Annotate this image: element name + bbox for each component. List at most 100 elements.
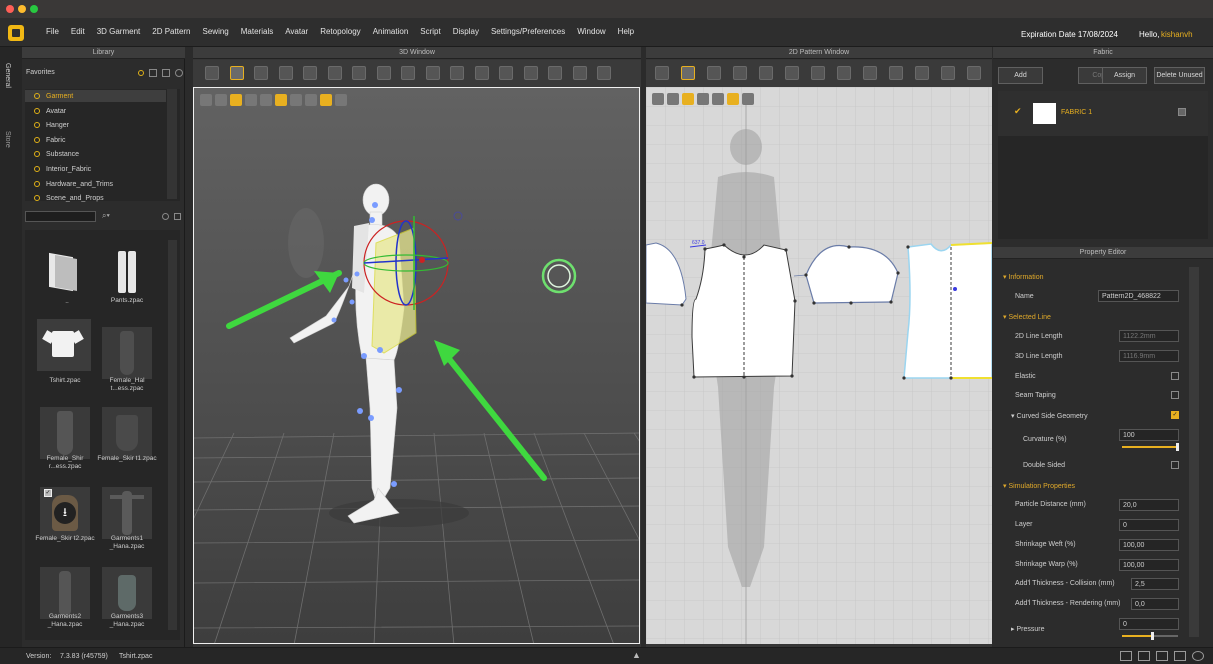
- menu-item[interactable]: Retopology: [320, 27, 360, 36]
- seam-taping-checkbox[interactable]: [1171, 391, 1179, 399]
- view-toggle-icon[interactable]: [305, 94, 317, 106]
- female-shirt-thumb[interactable]: [40, 407, 90, 459]
- close-window-button[interactable]: [6, 5, 14, 13]
- tool-icon[interactable]: [837, 66, 851, 80]
- camera-view-icon[interactable]: [1174, 651, 1186, 661]
- tool-icon[interactable]: [303, 66, 317, 80]
- female-skirt1-thumb[interactable]: [102, 407, 152, 459]
- menu-item[interactable]: Script: [420, 27, 440, 36]
- name-field[interactable]: Pattern2D_468822: [1098, 290, 1179, 302]
- view-toggle-icon[interactable]: [682, 93, 694, 105]
- menu-item[interactable]: Sewing: [203, 27, 229, 36]
- library-tree-item[interactable]: Hardware_and_Trims: [34, 180, 113, 188]
- view-toggle-icon[interactable]: [697, 93, 709, 105]
- library-tree-item[interactable]: Scene_and_Props: [34, 195, 104, 202]
- fabric-item[interactable]: ✔ FABRIC 1: [998, 91, 1208, 136]
- curved-geometry-toggle[interactable]: ▾ Curved Side Geometry: [1011, 412, 1088, 420]
- menu-item[interactable]: Animation: [373, 27, 409, 36]
- menu-item[interactable]: Materials: [241, 27, 273, 36]
- shrinkage-weft-field[interactable]: 100,00: [1119, 539, 1179, 551]
- view-toggle-icon[interactable]: [200, 94, 212, 106]
- tool-icon[interactable]: [352, 66, 366, 80]
- menu-item[interactable]: Settings/Preferences: [491, 27, 565, 36]
- garments2-thumb[interactable]: [40, 567, 90, 619]
- tool-icon[interactable]: [548, 66, 562, 80]
- folder-up-thumb[interactable]: [42, 247, 92, 299]
- library-tree-item[interactable]: Garment: [34, 93, 73, 100]
- view-toggle-icon[interactable]: [712, 93, 724, 105]
- layout-icon[interactable]: [1120, 651, 1132, 661]
- assign-fabric-button[interactable]: Assign: [1102, 67, 1147, 84]
- tool-icon[interactable]: [474, 66, 489, 80]
- pattern-piece-selected[interactable]: [903, 242, 992, 379]
- grid-view-icon[interactable]: [1156, 651, 1168, 661]
- save-icon[interactable]: [162, 69, 170, 77]
- menu-item[interactable]: 2D Pattern: [152, 27, 190, 36]
- tool-icon[interactable]: [278, 66, 293, 80]
- menu-item[interactable]: Help: [618, 27, 634, 36]
- pressure-slider[interactable]: [1122, 632, 1178, 640]
- pattern-control-point[interactable]: [953, 287, 957, 291]
- tab-store[interactable]: Store: [4, 131, 11, 148]
- curvature-slider-handle[interactable]: [1176, 443, 1179, 451]
- view-toggle-icon[interactable]: [215, 94, 227, 106]
- tool-icon[interactable]: [229, 66, 244, 80]
- line-3d-field[interactable]: 1116.9mm: [1119, 350, 1179, 362]
- pressure-toggle[interactable]: ▸ Pressure: [1011, 625, 1044, 633]
- fabric-menu-icon[interactable]: [1178, 108, 1186, 116]
- tool-icon[interactable]: [759, 66, 773, 80]
- refresh-icon[interactable]: [175, 69, 183, 77]
- menu-item[interactable]: File: [46, 27, 59, 36]
- tool-icon[interactable]: [681, 66, 695, 80]
- garments3-thumb[interactable]: [102, 567, 152, 619]
- tool-icon[interactable]: [572, 66, 587, 80]
- curved-geometry-checkbox[interactable]: ✓: [1171, 411, 1179, 419]
- elastic-checkbox[interactable]: [1171, 372, 1179, 380]
- record-icon[interactable]: [1192, 651, 1204, 661]
- pressure-field[interactable]: 0: [1119, 618, 1179, 630]
- collision-thickness-field[interactable]: 2,5: [1131, 578, 1179, 590]
- view-toggle-icon[interactable]: [260, 94, 272, 106]
- favorite-icon[interactable]: [138, 70, 144, 76]
- view-toggle-icon[interactable]: [667, 93, 679, 105]
- library-search-input[interactable]: [25, 211, 96, 222]
- add-fabric-button[interactable]: Add: [998, 67, 1043, 84]
- curvature-slider[interactable]: [1122, 443, 1179, 451]
- pressure-slider-handle[interactable]: [1150, 632, 1154, 640]
- tool-icon[interactable]: [967, 66, 981, 80]
- tool-icon[interactable]: [785, 66, 799, 80]
- zoom-window-button[interactable]: [30, 5, 38, 13]
- tree-scrollbar[interactable]: [167, 89, 177, 199]
- tool-icon[interactable]: [915, 66, 929, 80]
- tool-icon[interactable]: [327, 66, 342, 80]
- property-scrollbar[interactable]: [1189, 267, 1199, 637]
- layer-field[interactable]: 0: [1119, 519, 1179, 531]
- minimize-window-button[interactable]: [18, 5, 26, 13]
- view-toggle-icon[interactable]: [652, 93, 664, 105]
- menu-item[interactable]: Window: [577, 27, 605, 36]
- tool-icon[interactable]: [811, 66, 825, 80]
- particle-distance-field[interactable]: 20,0: [1119, 499, 1179, 511]
- menu-item[interactable]: Display: [453, 27, 479, 36]
- file-scrollbar[interactable]: [168, 240, 177, 630]
- list-view-icon[interactable]: [174, 213, 181, 220]
- garments1-thumb[interactable]: [102, 487, 152, 539]
- tool-icon[interactable]: [863, 66, 877, 80]
- garment-selected-piece[interactable]: [371, 227, 417, 354]
- menu-item[interactable]: Avatar: [285, 27, 308, 36]
- shrinkage-warp-field[interactable]: 100,00: [1119, 559, 1179, 571]
- checkbox-icon[interactable]: ✓: [44, 489, 52, 497]
- rendering-thickness-field[interactable]: 0,0: [1131, 598, 1179, 610]
- curvature-field[interactable]: 100: [1119, 429, 1179, 441]
- view-toggle-icon[interactable]: [230, 94, 242, 106]
- split-view-icon[interactable]: [1138, 651, 1150, 661]
- selected-line-section[interactable]: ▾ Selected Line: [1003, 313, 1051, 321]
- user-name[interactable]: kishanvh: [1161, 30, 1193, 39]
- menu-item[interactable]: 3D Garment: [97, 27, 141, 36]
- 2d-viewport[interactable]: 637.0: [646, 87, 992, 644]
- tool-icon[interactable]: [450, 66, 464, 80]
- tool-icon[interactable]: [376, 66, 391, 80]
- view-toggle-icon[interactable]: [335, 94, 347, 106]
- view-toggle-icon[interactable]: [742, 93, 754, 105]
- library-tree-item[interactable]: Substance: [34, 151, 79, 158]
